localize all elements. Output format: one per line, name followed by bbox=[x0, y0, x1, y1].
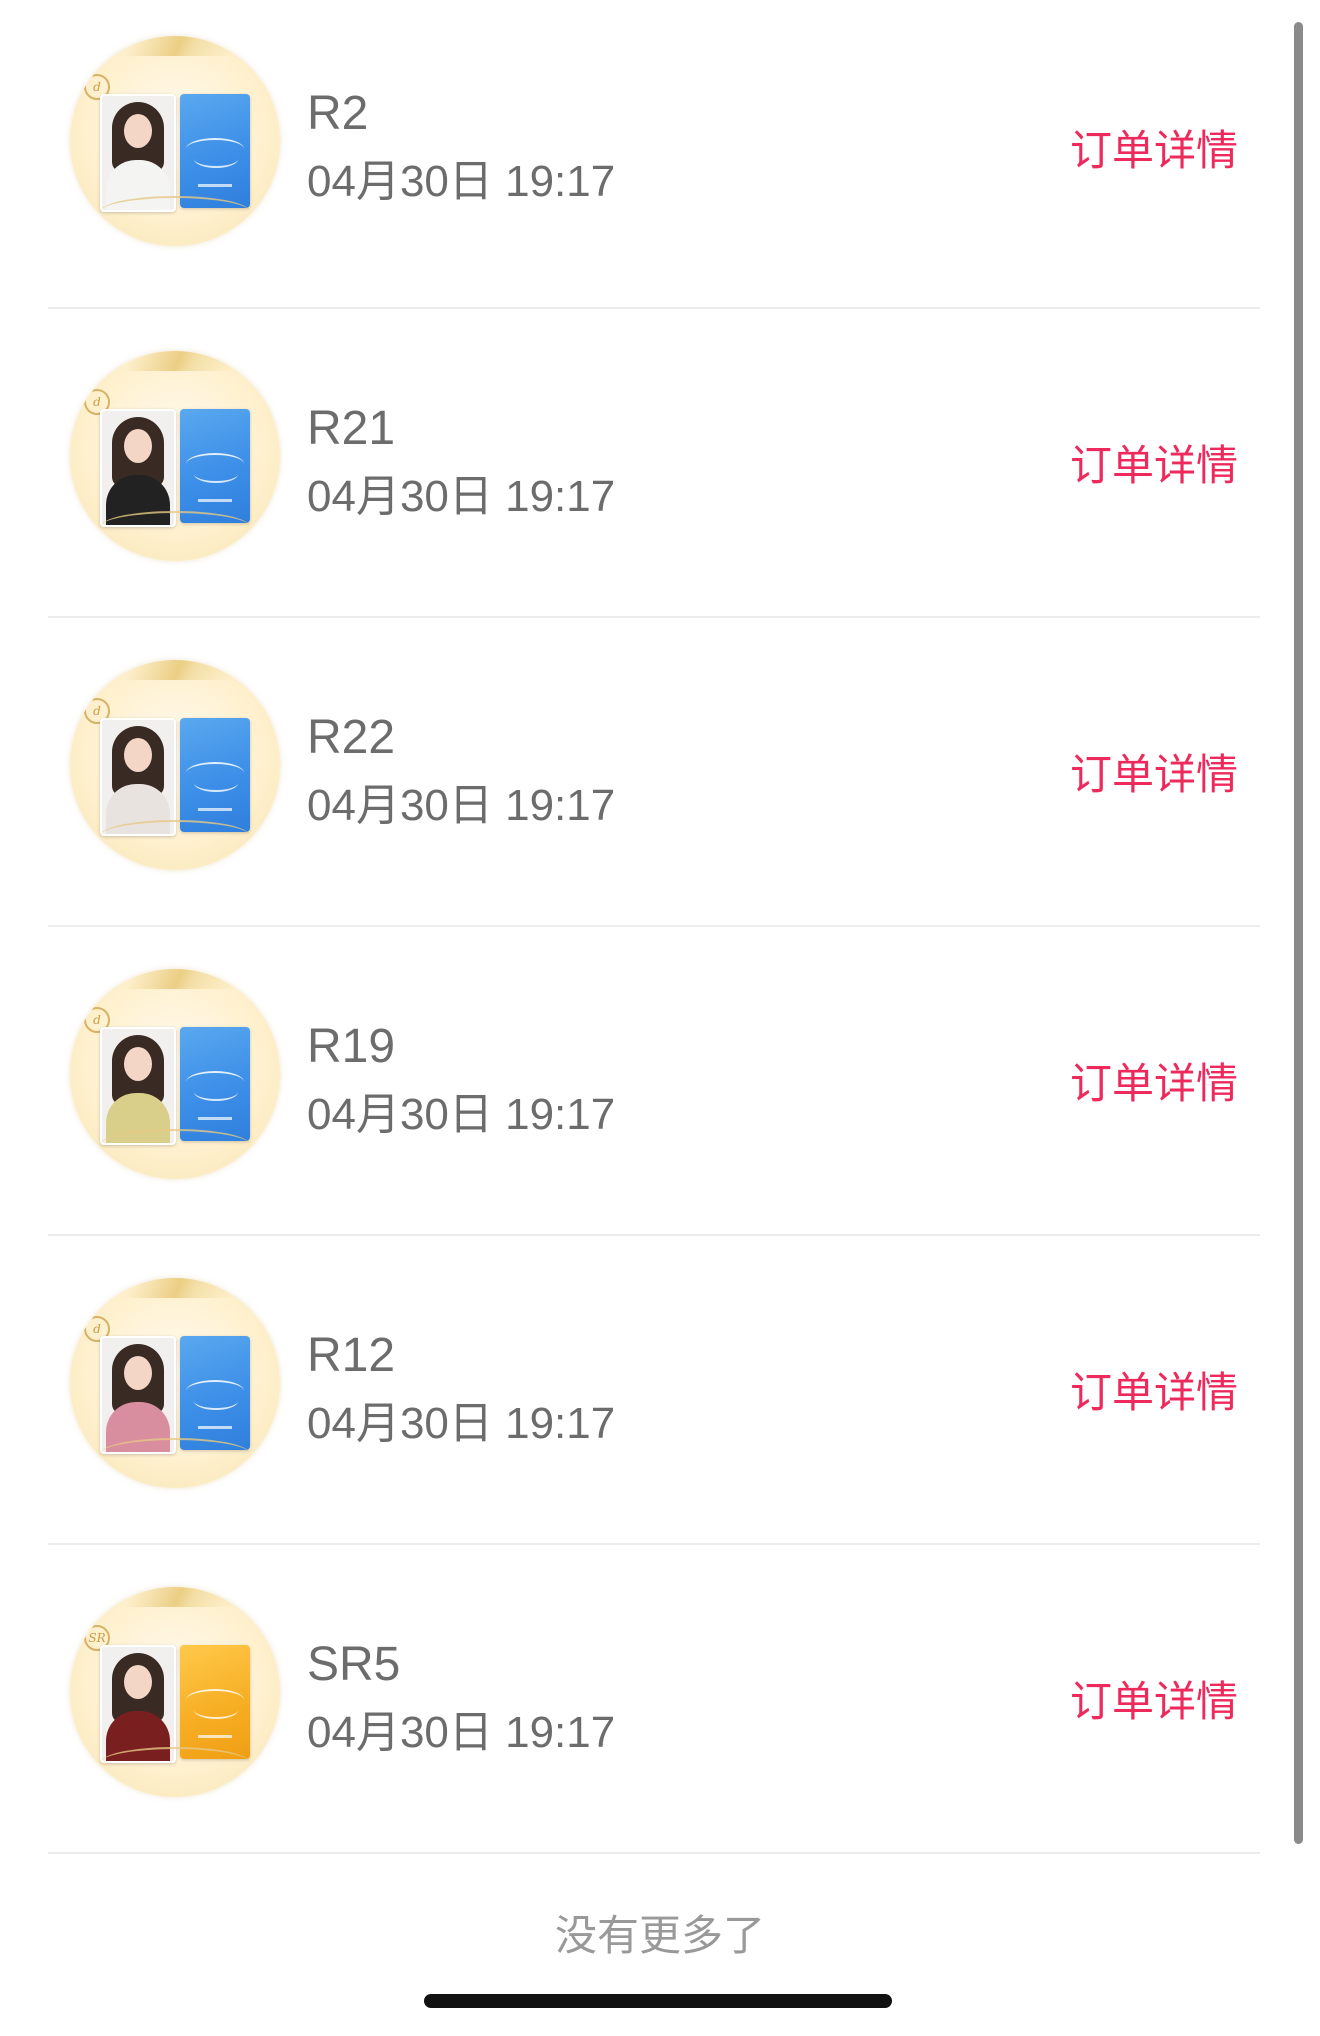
card-caption-line bbox=[198, 1426, 232, 1429]
card-script-stroke bbox=[194, 1083, 238, 1101]
order-thumbnail[interactable]: SR bbox=[70, 1587, 280, 1797]
gold-swirl-decoration bbox=[100, 511, 250, 543]
card-caption-line bbox=[198, 184, 232, 187]
card-script-stroke bbox=[194, 150, 238, 168]
blue-script-card-icon bbox=[180, 409, 250, 523]
order-time: 04月30日 19:17 bbox=[307, 1090, 616, 1139]
order-name: SR5 bbox=[307, 1638, 401, 1691]
gold-swirl-decoration bbox=[100, 1129, 250, 1161]
gold-ribbon-decoration bbox=[123, 1278, 247, 1298]
order-detail-link[interactable]: 订单详情 bbox=[1070, 1676, 1238, 1728]
order-thumbnail[interactable]: d bbox=[70, 1278, 280, 1488]
portrait-photo bbox=[100, 1645, 176, 1763]
face-shape bbox=[124, 429, 152, 463]
portrait-photo bbox=[100, 409, 176, 527]
card-script-stroke bbox=[194, 1392, 238, 1410]
order-name: R22 bbox=[307, 711, 396, 764]
order-name: R2 bbox=[307, 87, 369, 140]
order-detail-link[interactable]: 订单详情 bbox=[1070, 1367, 1238, 1419]
face-shape bbox=[124, 1356, 152, 1390]
face-shape bbox=[124, 114, 152, 148]
order-thumbnail[interactable]: d bbox=[70, 969, 280, 1179]
scrollbar[interactable] bbox=[1294, 22, 1303, 1844]
order-time: 04月30日 19:17 bbox=[307, 472, 616, 521]
order-row[interactable]: d R2 04月30日 19:17 订单详情 bbox=[48, 0, 1260, 309]
order-list: d R2 04月30日 19:17 订单详情 d R21 04月30日 19:1… bbox=[48, 0, 1260, 1854]
card-caption-line bbox=[198, 808, 232, 811]
card-script-stroke bbox=[194, 774, 238, 792]
gold-ribbon-decoration bbox=[123, 36, 247, 56]
order-time: 04月30日 19:17 bbox=[307, 1708, 616, 1757]
order-thumbnail[interactable]: d bbox=[70, 36, 280, 246]
card-script-stroke bbox=[194, 1701, 238, 1719]
order-row[interactable]: d R19 04月30日 19:17 订单详情 bbox=[48, 927, 1260, 1236]
order-detail-link[interactable]: 订单详情 bbox=[1070, 440, 1238, 492]
face-shape bbox=[124, 1047, 152, 1081]
order-name: R19 bbox=[307, 1020, 396, 1073]
blue-script-card-icon bbox=[180, 1027, 250, 1141]
order-row[interactable]: d R12 04月30日 19:17 订单详情 bbox=[48, 1236, 1260, 1545]
gold-script-card-icon bbox=[180, 1645, 250, 1759]
order-time: 04月30日 19:17 bbox=[307, 781, 616, 830]
order-time: 04月30日 19:17 bbox=[307, 1399, 616, 1448]
order-row[interactable]: SR SR5 04月30日 19:17 订单详情 bbox=[48, 1545, 1260, 1854]
order-time: 04月30日 19:17 bbox=[307, 157, 616, 206]
gold-ribbon-decoration bbox=[123, 660, 247, 680]
order-detail-link[interactable]: 订单详情 bbox=[1070, 749, 1238, 801]
order-thumbnail[interactable]: d bbox=[70, 660, 280, 870]
order-row[interactable]: d R22 04月30日 19:17 订单详情 bbox=[48, 618, 1260, 927]
card-caption-line bbox=[198, 499, 232, 502]
face-shape bbox=[124, 1665, 152, 1699]
order-detail-link[interactable]: 订单详情 bbox=[1070, 125, 1238, 177]
portrait-photo bbox=[100, 718, 176, 836]
gold-ribbon-decoration bbox=[123, 1587, 247, 1607]
gold-swirl-decoration bbox=[100, 1747, 250, 1779]
gold-swirl-decoration bbox=[100, 820, 250, 852]
gold-ribbon-decoration bbox=[123, 969, 247, 989]
no-more-footer: 没有更多了 bbox=[554, 1912, 765, 1959]
portrait-photo bbox=[100, 1027, 176, 1145]
portrait-photo bbox=[100, 1336, 176, 1454]
blue-script-card-icon bbox=[180, 718, 250, 832]
blue-script-card-icon bbox=[180, 1336, 250, 1450]
gold-swirl-decoration bbox=[100, 1438, 250, 1470]
blue-script-card-icon bbox=[180, 94, 250, 208]
card-caption-line bbox=[198, 1735, 232, 1738]
home-indicator[interactable] bbox=[424, 1994, 892, 2008]
portrait-photo bbox=[100, 94, 176, 212]
gold-ribbon-decoration bbox=[123, 351, 247, 371]
order-row[interactable]: d R21 04月30日 19:17 订单详情 bbox=[48, 309, 1260, 618]
order-name: R21 bbox=[307, 402, 396, 455]
order-name: R12 bbox=[307, 1329, 396, 1382]
gold-swirl-decoration bbox=[100, 196, 250, 228]
card-caption-line bbox=[198, 1117, 232, 1120]
card-script-stroke bbox=[194, 465, 238, 483]
order-detail-link[interactable]: 订单详情 bbox=[1070, 1058, 1238, 1110]
order-thumbnail[interactable]: d bbox=[70, 351, 280, 561]
face-shape bbox=[124, 738, 152, 772]
